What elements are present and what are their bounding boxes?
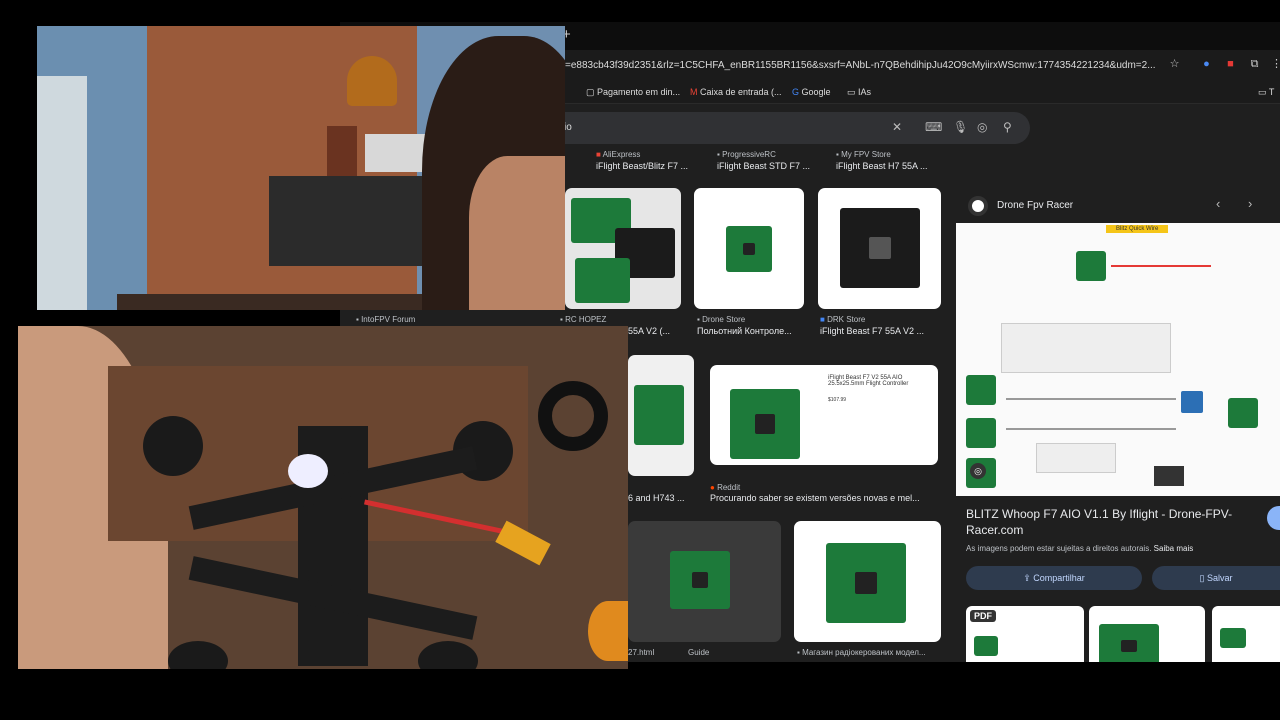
chevron-right-icon[interactable]: › — [1248, 196, 1252, 211]
result-source: ▪ My FPV Store — [836, 150, 891, 159]
result-title[interactable]: Procurando saber se existem versões nova… — [710, 493, 940, 503]
keyboard-icon[interactable]: ⌨ — [925, 120, 942, 134]
panel-site-name[interactable]: Drone Fpv Racer — [997, 200, 1073, 211]
result-source: ● Reddit — [710, 483, 741, 492]
learn-more-link[interactable]: Saiba mais — [1154, 544, 1194, 553]
url-text[interactable]: v=e883cb43f39d2351&rlz=1C5CHFA_enBR1155B… — [560, 60, 1156, 71]
result-source: ▪ IntoFPV Forum — [356, 315, 416, 324]
clear-icon[interactable]: ✕ — [892, 120, 902, 134]
related-thumbnail[interactable] — [1212, 606, 1280, 662]
copyright-notice: As imagens podem estar sujeitas a direit… — [966, 544, 1194, 553]
orange-object — [588, 601, 628, 661]
chevron-left-icon[interactable]: ‹ — [1216, 196, 1220, 211]
result-title[interactable]: iFlight Beast STD F7 ... — [717, 161, 827, 171]
bookmark-item[interactable]: ▢ Pagamento em din... — [586, 87, 680, 98]
result-source: ■ DRK Store — [820, 315, 866, 324]
motor — [418, 641, 478, 669]
window — [37, 76, 87, 310]
result-title[interactable]: iFlight Beast H7 55A ... — [836, 161, 946, 171]
bookmark-item[interactable]: G Google — [792, 87, 831, 97]
result-title[interactable]: iFlight Beast/Blitz F7 ... — [596, 161, 700, 171]
result-source: ▪ ProgressiveRC — [717, 150, 776, 159]
result-source: ▪ Drone Store — [697, 315, 746, 324]
related-thumbnail[interactable] — [1089, 606, 1205, 662]
result-image[interactable] — [628, 355, 694, 476]
result-source: ▪ Магазин радіокерованих модел... — [797, 648, 926, 657]
panel-image[interactable]: Blitz Quick Wire ◎ — [956, 223, 1280, 496]
visit-button[interactable] — [1267, 506, 1280, 530]
overhead-camera-video — [18, 326, 628, 669]
pdf-badge: PDF — [970, 610, 996, 622]
product-price: $107.99 — [828, 397, 847, 403]
related-thumbnail[interactable]: PDF — [966, 606, 1084, 662]
share-button[interactable]: ⇪ Compartilhar — [966, 566, 1142, 590]
search-icon[interactable]: ⚲ — [1003, 120, 1012, 134]
result-title[interactable]: 55A V2 (... — [628, 326, 688, 336]
tape-roll — [538, 381, 608, 451]
result-title[interactable]: Польотний Контроле... — [697, 326, 807, 336]
result-image[interactable] — [818, 188, 941, 309]
site-logo — [968, 196, 988, 216]
puzzle-icon[interactable]: ⧉ — [1248, 58, 1261, 71]
bookmark-item[interactable]: M Caixa de entrada (... — [690, 87, 782, 97]
result-title[interactable]: iFlight Beast F7 55A V2 ... — [820, 326, 938, 336]
bookmark-folder[interactable]: ▭ IAs — [847, 87, 871, 98]
microphone-icon[interactable]: 🎙 — [953, 120, 968, 134]
motor — [168, 641, 228, 669]
result-image[interactable] — [565, 188, 681, 309]
search-input[interactable]: io — [564, 122, 572, 133]
star-icon[interactable]: ☆ — [1168, 58, 1181, 71]
product-title[interactable]: BLITZ Whoop F7 AIO V1.1 By Iflight - Dro… — [966, 506, 1236, 538]
hanging-lamp — [347, 56, 397, 106]
menu-icon[interactable]: ⋮ — [1270, 58, 1280, 71]
microwave — [365, 134, 429, 172]
motor — [143, 416, 203, 476]
record-icon[interactable]: ■ — [1224, 58, 1237, 71]
result-image[interactable] — [628, 521, 781, 642]
result-source: ■ AliExpress — [596, 150, 641, 159]
extension-icon[interactable]: ● — [1200, 58, 1213, 71]
image-detail-panel: Drone Fpv Racer ‹ › Blitz Quick Wire ◎ B… — [956, 166, 1280, 662]
result-source: ▪ RC HOPEZ — [560, 315, 607, 324]
result-image[interactable] — [794, 521, 941, 642]
lens-icon[interactable]: ◎ — [970, 463, 986, 479]
product-heading: iFlight Beast F7 V2 55A AIO 25.5x25.5mm … — [828, 375, 909, 387]
lens-icon[interactable]: ◎ — [977, 120, 987, 134]
webcam-video — [37, 26, 565, 310]
result-image[interactable] — [694, 188, 804, 309]
person-face — [469, 156, 565, 310]
led-glow — [288, 454, 328, 488]
diagram-tag: Blitz Quick Wire — [1106, 225, 1169, 233]
bookmark-folder-more[interactable]: ▭ T — [1258, 87, 1274, 98]
result-source: Guide — [688, 648, 710, 657]
save-button[interactable]: ▯ Salvar — [1152, 566, 1280, 590]
result-source: 27.html — [628, 648, 655, 657]
result-image[interactable]: iFlight Beast F7 V2 55A AIO 25.5x25.5mm … — [710, 365, 938, 465]
result-title[interactable]: 6 and H743 ... — [628, 493, 694, 503]
